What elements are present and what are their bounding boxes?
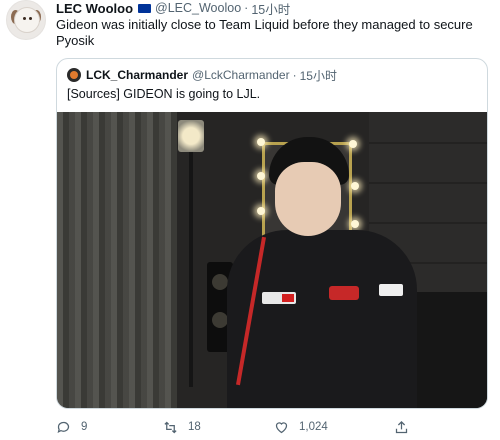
quoted-display-name[interactable]: LCK_Charmander <box>86 68 188 82</box>
tweet-photo[interactable] <box>57 112 487 408</box>
reply-count: 9 <box>81 421 88 433</box>
photo-bulb <box>257 172 265 180</box>
quoted-tweet-header: LCK_Charmander @LckCharmander · 15小时 <box>67 67 337 83</box>
tweet[interactable]: LEC Wooloo @LEC_Wooloo · 15小时 Gideon was… <box>0 0 500 440</box>
photo-bulb <box>349 140 357 148</box>
heart-icon <box>275 421 288 433</box>
display-name[interactable]: LEC Wooloo <box>56 1 133 16</box>
retweet-icon <box>164 421 177 433</box>
separator-dot: · <box>244 1 249 15</box>
retweet-count: 18 <box>188 421 201 433</box>
photo-sponsor-logo <box>379 284 403 296</box>
eu-flag-icon <box>138 3 152 13</box>
quoted-separator-dot: · <box>292 68 297 82</box>
handle[interactable]: @LEC_Wooloo <box>155 1 241 15</box>
photo-person-face <box>275 162 341 236</box>
like-button[interactable]: 1,024 <box>274 418 328 436</box>
avatar[interactable] <box>6 0 46 40</box>
quoted-tweet-text: [Sources] GIDEON is going to LJL. <box>67 87 261 101</box>
tweet-text: Gideon was initially close to Team Liqui… <box>56 17 473 48</box>
quoted-timestamp[interactable]: 15小时 <box>300 67 337 84</box>
photo-curtain <box>57 112 177 408</box>
photo-lamp-pole <box>189 142 193 387</box>
share-button[interactable] <box>394 418 419 436</box>
photo-person-body <box>227 230 417 408</box>
photo-bulb <box>257 138 265 146</box>
like-count: 1,024 <box>299 421 328 433</box>
avatar-face <box>14 7 40 33</box>
quoted-avatar[interactable] <box>67 68 81 82</box>
reply-button[interactable]: 9 <box>56 418 87 436</box>
avatar-eye-left <box>23 17 26 20</box>
photo-bulb <box>257 207 265 215</box>
avatar-eye-right <box>29 17 32 20</box>
retweet-button[interactable]: 18 <box>163 418 201 436</box>
photo-bulb <box>351 182 359 190</box>
share-icon <box>395 420 408 433</box>
action-bar: 9 18 1,024 <box>56 418 496 436</box>
quoted-tweet[interactable]: LCK_Charmander @LckCharmander · 15小时 [So… <box>56 58 488 409</box>
photo-bulb <box>351 220 359 228</box>
quoted-handle[interactable]: @LckCharmander <box>192 68 290 82</box>
photo-sponsor-logo <box>262 292 296 304</box>
timestamp[interactable]: 15小时 <box>251 0 290 18</box>
photo-sponsor-logo <box>329 286 359 300</box>
tweet-header: LEC Wooloo @LEC_Wooloo · 15小时 <box>56 0 290 18</box>
reply-icon <box>57 421 70 433</box>
photo-lamp <box>178 120 204 152</box>
